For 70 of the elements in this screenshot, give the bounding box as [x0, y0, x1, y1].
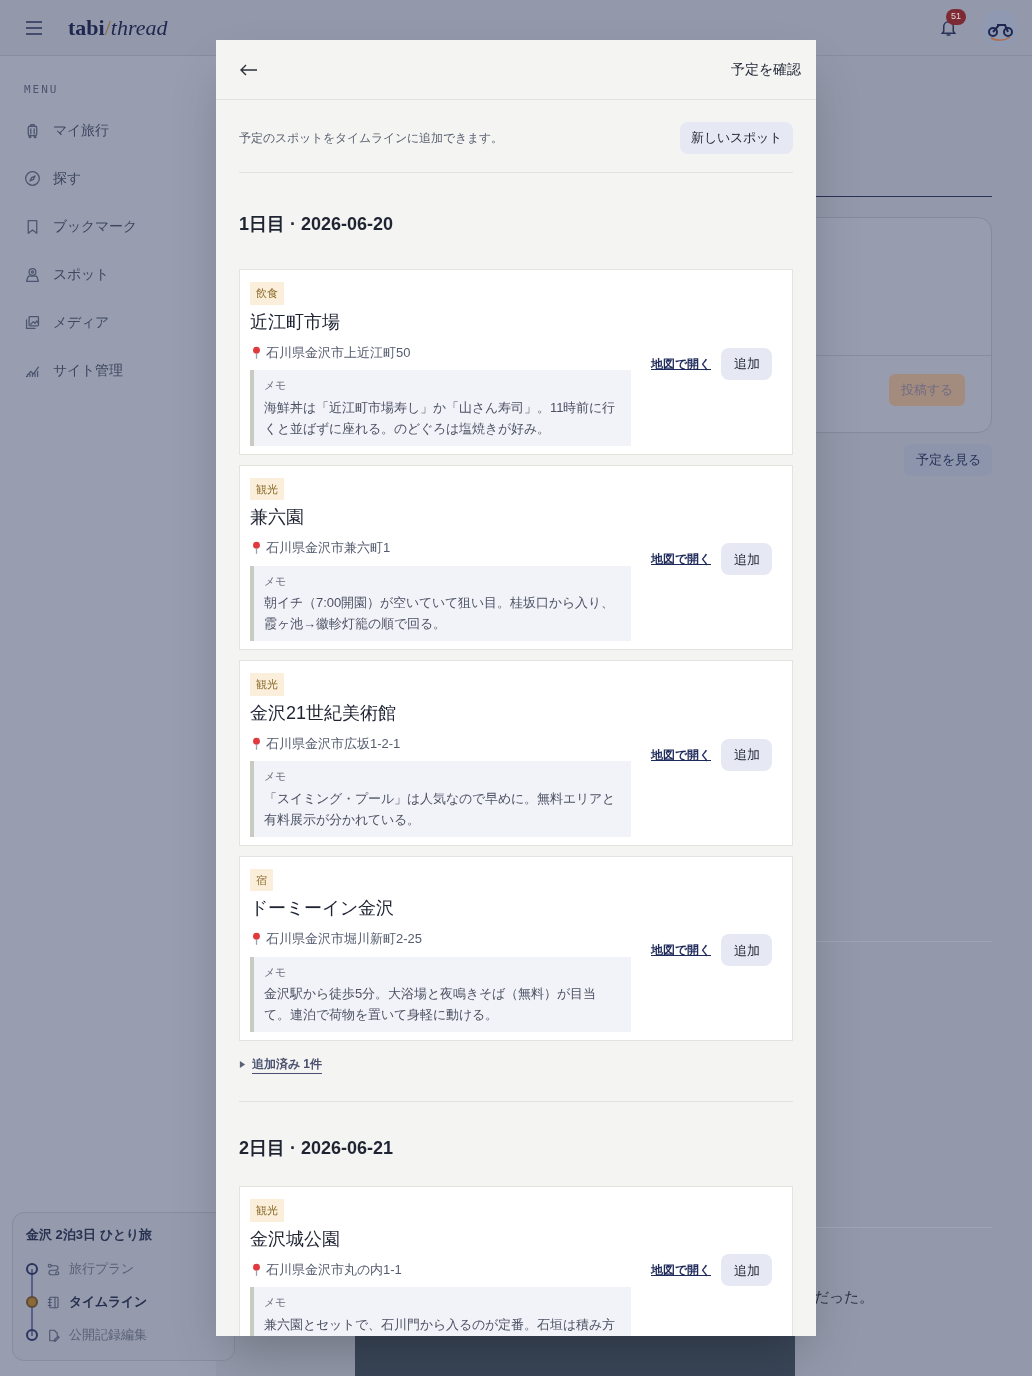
memo-text: 金沢駅から徒歩5分。大浴場と夜鳴きそば（無料）が目当て。連泊で荷物を置いて身軽に動ける。	[264, 985, 598, 1024]
memo-text: 朝イチ（7:00開園）が空いていて狙い目。桂坂口から入り、霞ヶ池→徽軫灯籠の順で回る。	[264, 594, 616, 633]
spot-address: 石川県金沢市広坂1-2-1	[266, 734, 401, 753]
added-items-toggle[interactable]: 追加済み 1件	[252, 1055, 322, 1074]
pin-icon	[252, 345, 261, 359]
day-heading: 1日目 · 2026-06-20	[239, 213, 395, 236]
pin-icon	[252, 932, 261, 946]
edit-document-icon	[46, 1327, 61, 1343]
sidebar-item[interactable]: スポット	[24, 250, 192, 299]
open-map-link[interactable]: 地図で開く	[651, 550, 711, 569]
add-button[interactable]: 追加	[721, 934, 772, 967]
dialog-title: 予定を確認	[731, 60, 801, 79]
sidebar-item[interactable]: 探す	[24, 154, 192, 203]
new-spot-button[interactable]: 新しいスポット	[680, 122, 793, 154]
spot-name: 兼六園	[250, 506, 305, 529]
menu-heading: MENU	[24, 82, 60, 98]
spot-name: 金沢21世紀美術館	[250, 701, 398, 725]
person-pin-icon	[24, 266, 41, 283]
add-button[interactable]: 追加	[721, 543, 772, 576]
sidebar-item[interactable]: マイ旅行	[24, 106, 192, 155]
sidebar-item[interactable]: サイト管理	[24, 346, 192, 395]
add-button[interactable]: 追加	[721, 738, 772, 771]
trip-title: 金沢 2泊3日 ひとり旅	[26, 1226, 153, 1244]
images-icon	[24, 314, 41, 331]
memo-text: 「スイミング・プール」は人気なので早めに。無料エリアと有料展示が分かれている。	[264, 789, 616, 829]
spot-address: 石川県金沢市兼六町1	[266, 539, 391, 557]
spot-address: 石川県金沢市丸の内1-1	[266, 1260, 402, 1279]
post-text-fragment: だった。	[814, 1287, 874, 1307]
pin-icon	[252, 541, 261, 555]
memo-label: メモ	[264, 769, 287, 784]
category-tag: 観光	[250, 673, 284, 696]
spot-name: 近江町市場	[250, 310, 341, 334]
spot-name: ドーミーイン金沢	[250, 897, 395, 920]
notification-bell-icon[interactable]	[939, 18, 958, 37]
trip-step-link[interactable]: タイムライン	[69, 1292, 147, 1312]
category-tag: 宿	[250, 868, 273, 891]
category-tag: 観光	[250, 1199, 284, 1222]
open-map-link[interactable]: 地図で開く	[651, 745, 711, 764]
sidebar-item[interactable]: メディア	[24, 298, 192, 347]
menu-icon[interactable]	[26, 20, 42, 35]
open-map-link[interactable]: 地図で開く	[651, 941, 711, 960]
memo-text: 海鮮丼は「近江町市場寿し」か「山さん寿司」。11時前に行くと並ばずに座れる。のどぐろは塩焼きが好み。	[264, 398, 617, 438]
spot-name: 金沢城公園	[250, 1227, 341, 1251]
compass-icon	[24, 170, 41, 187]
add-button[interactable]: 追加	[721, 347, 772, 380]
memo-label: メモ	[264, 573, 287, 589]
notification-count: 51	[946, 9, 966, 25]
memo-label: メモ	[264, 964, 287, 980]
spot-address: 石川県金沢市上近江町50	[266, 343, 411, 362]
add-button[interactable]: 追加	[721, 1254, 772, 1287]
avatar-icon[interactable]	[982, 9, 1018, 46]
spot-address: 石川県金沢市堀川新町2-25	[266, 930, 423, 948]
expand-triangle-icon	[239, 1061, 246, 1068]
app-logo[interactable]: tabi/thread	[68, 11, 168, 44]
category-tag: 観光	[250, 477, 284, 500]
category-tag: 飲食	[250, 282, 284, 305]
route-icon	[46, 1261, 61, 1277]
memo-label: メモ	[264, 1295, 287, 1310]
sidebar-item[interactable]: ブックマーク	[24, 202, 192, 251]
back-arrow-icon[interactable]	[240, 63, 258, 76]
pin-icon	[252, 1262, 261, 1276]
open-map-link[interactable]: 地図で開く	[651, 354, 711, 373]
open-map-link[interactable]: 地図で開く	[651, 1261, 711, 1280]
dialog-intro: 予定のスポットをタイムラインに追加できます。	[239, 130, 503, 147]
day-heading: 2日目 · 2026-06-21	[239, 1137, 395, 1160]
memo-label: メモ	[264, 378, 287, 393]
notebook-icon	[46, 1294, 61, 1310]
view-schedule-button[interactable]: 予定を見る	[904, 444, 992, 476]
memo-text: 兼六園とセットで、石川門から入るのが定番。石垣は積み方	[264, 1315, 616, 1334]
pin-icon	[252, 736, 261, 750]
